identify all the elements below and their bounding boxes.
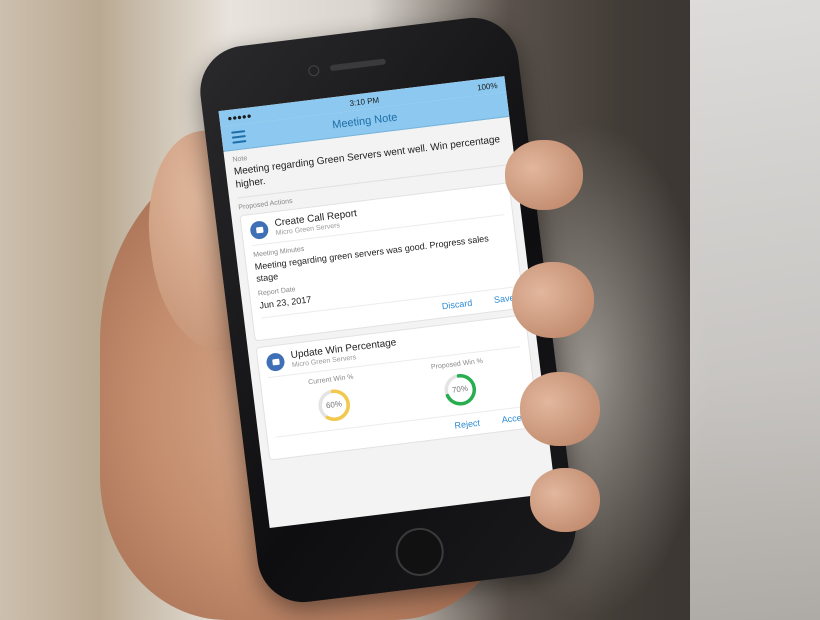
finger-1 bbox=[505, 140, 583, 210]
phone-screen: ●●●●● 3:10 PM 100% Meeting Note Note Mee… bbox=[218, 76, 556, 529]
status-time: 3:10 PM bbox=[348, 95, 380, 108]
hamburger-menu-icon[interactable] bbox=[231, 130, 247, 144]
discard-button[interactable]: Discard bbox=[441, 298, 473, 312]
proposed-win-column: Proposed Win % 70% bbox=[431, 358, 488, 411]
reject-button[interactable]: Reject bbox=[454, 418, 481, 431]
battery-indicator: 100% bbox=[476, 80, 498, 92]
win-percentage-card: Update Win Percentage Micro Green Server… bbox=[255, 314, 540, 461]
proposed-win-ring: 70% bbox=[440, 370, 480, 410]
finger-4 bbox=[530, 468, 600, 532]
proposed-win-value: 70% bbox=[451, 383, 469, 395]
current-win-label: Current Win % bbox=[307, 373, 354, 387]
current-win-column: Current Win % 60% bbox=[308, 374, 359, 426]
call-report-icon bbox=[249, 219, 270, 240]
signal-indicator: ●●●●● bbox=[226, 110, 252, 123]
current-win-ring: 60% bbox=[314, 385, 354, 425]
call-report-card: Create Call Report Micro Green Servers M… bbox=[239, 182, 525, 342]
current-win-value: 60% bbox=[325, 399, 343, 411]
main-content: Note Meeting regarding Green Servers wen… bbox=[224, 117, 549, 474]
win-percentage-icon bbox=[265, 351, 286, 372]
finger-3 bbox=[520, 372, 600, 446]
finger-2 bbox=[512, 262, 594, 338]
